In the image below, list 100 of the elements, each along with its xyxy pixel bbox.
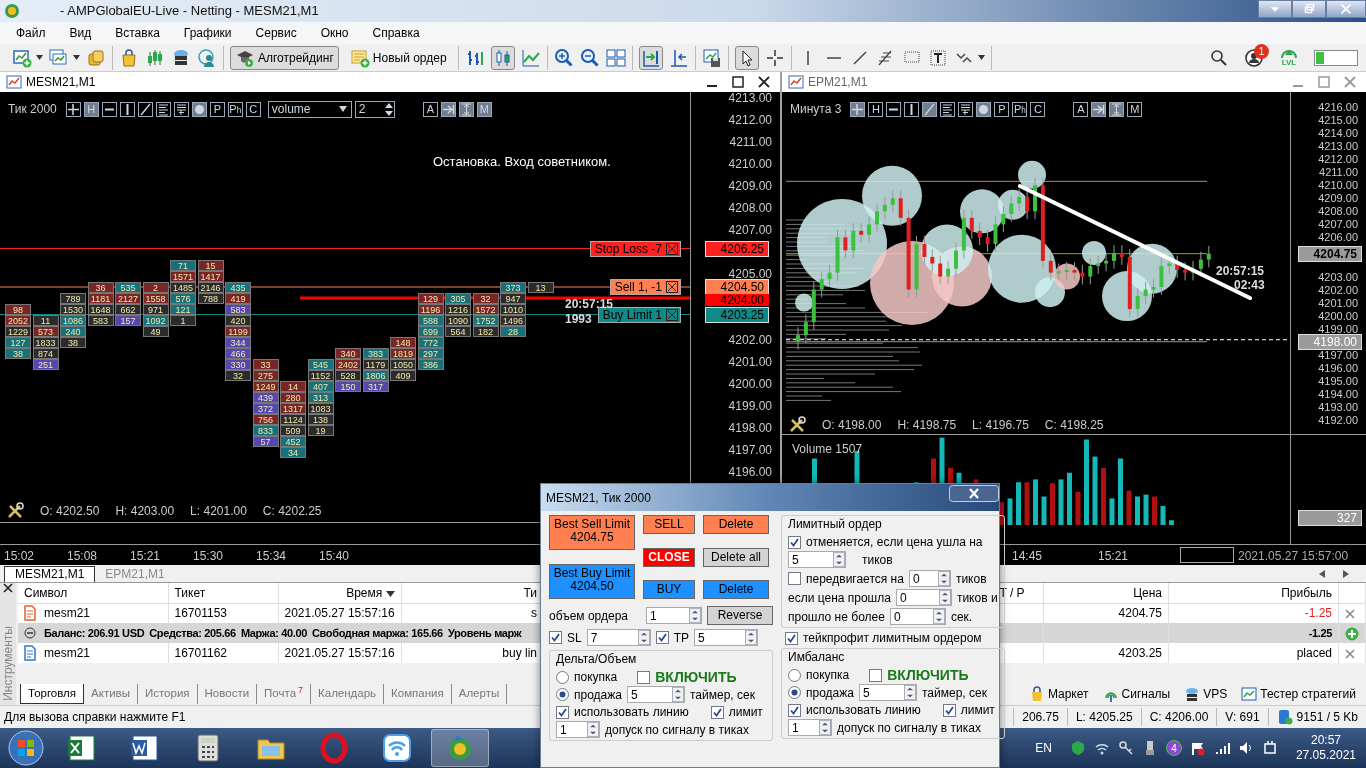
footprint-cell: 1124 (280, 413, 306, 425)
chart-tool-button[interactable]: H (868, 101, 884, 117)
menu-item[interactable]: Справка (360, 24, 432, 42)
chart-tool-button[interactable]: C (1030, 101, 1046, 117)
menu-item[interactable]: Сервис (243, 24, 309, 42)
number-field[interactable]: 1 (646, 607, 702, 624)
toolbar-button[interactable]: Алготрейдинг (230, 45, 339, 70)
footprint-cell: 1181 (87, 292, 114, 304)
menu-item[interactable]: Файл (4, 24, 58, 42)
footprint-cell: 789 (60, 292, 86, 304)
terminal-link[interactable]: Сигналы (1102, 685, 1171, 703)
terminal-tab[interactable]: История (137, 684, 198, 704)
number-field[interactable]: 0 (895, 589, 952, 606)
toolbar-button[interactable]: Новый ордер (344, 45, 452, 70)
period-field[interactable]: 2 (354, 100, 395, 118)
number-field[interactable]: 1 (788, 719, 832, 736)
terminal-tab[interactable]: Алерты (451, 684, 508, 704)
terminal-tab[interactable]: Активы (84, 684, 138, 704)
chart-tool-button[interactable]: M (1127, 101, 1143, 117)
tray-badge-icon[interactable]: 4 (1165, 740, 1182, 756)
indicator-select[interactable]: volume (267, 100, 352, 118)
order-button[interactable]: Best Sell Limit 4204.75 (549, 515, 635, 550)
number-field[interactable]: 0 (889, 608, 946, 625)
chart-tool-button[interactable]: A (422, 101, 438, 117)
number-field[interactable]: 5 (858, 684, 917, 701)
footprint-cell: 38 (5, 347, 31, 359)
footprint-cell: 297 (417, 347, 444, 359)
ohlc-value: O: 4198.00 (822, 417, 882, 434)
footprint-cell: 14 (280, 380, 306, 392)
footprint-cell: 383 (362, 347, 389, 359)
ohlc-value: H: 4203.00 (115, 503, 175, 520)
footprint-cell: 129 (417, 292, 444, 304)
table-cell: 16701162 (174, 646, 227, 660)
footprint-cell: 662 (115, 303, 141, 315)
language-indicator[interactable]: EN (1035, 739, 1052, 757)
column-header[interactable]: Время (346, 585, 383, 600)
table-cell: 2021.05.27 15:57:16 (284, 606, 395, 621)
number-field[interactable]: 5 (788, 551, 846, 568)
price-box: 4204.50 (705, 279, 769, 295)
number-field[interactable]: 0 (908, 570, 951, 587)
footprint-cell: 409 (390, 369, 416, 381)
footprint-cell: 1530 (60, 303, 86, 315)
menu-item[interactable]: Вид (57, 24, 104, 42)
chart-tool-button[interactable]: P$_{h}$ (227, 101, 243, 117)
terminal-link[interactable]: Маркет (1028, 685, 1089, 703)
ohlc-value: C: 4198.25 (1044, 417, 1104, 434)
checkbox-label: тейкпрофит лимитным ордером (803, 631, 982, 645)
number-field[interactable]: 5 (694, 629, 759, 646)
order-button[interactable]: SELL (643, 515, 695, 534)
footprint-cell: 57 (252, 435, 279, 447)
footprint-cell: 372 (252, 402, 279, 414)
column-header[interactable]: Цена (1133, 585, 1162, 600)
price-tick: 4193.00 (1318, 400, 1358, 413)
column-header[interactable]: Символ (24, 585, 68, 600)
chart-tool-button[interactable]: C (245, 101, 261, 117)
terminal-tab[interactable]: Новости (197, 684, 258, 704)
footprint-cell: 971 (142, 303, 169, 315)
footprint-cell: 1086 (60, 314, 86, 326)
column-header[interactable]: Тикет (174, 585, 206, 600)
chart-tab[interactable]: MESM21,M1 (4, 566, 96, 582)
price-box: 327 (1298, 510, 1362, 526)
price-tick: 4209.00 (728, 180, 772, 192)
column-header[interactable]: Прибыль (1281, 585, 1332, 600)
terminal-tab[interactable]: Почта $^{7}$ (257, 684, 312, 704)
terminal-tab[interactable]: Компания (384, 684, 452, 704)
menu-item[interactable]: Окно (308, 24, 361, 42)
terminal-link[interactable]: Тестер стратегий (1241, 685, 1356, 703)
clock-time[interactable]: 20:57 (1310, 733, 1341, 748)
footprint-cell: 2052 (5, 314, 31, 326)
menu-item[interactable]: Вставка (103, 24, 172, 42)
chart-tool-button[interactable]: P (994, 101, 1010, 117)
terminal-tab[interactable]: Торговля (20, 683, 85, 705)
order-button[interactable]: CLOSE (643, 547, 695, 567)
table-cell: -1.25 (1304, 606, 1332, 621)
terminal-link[interactable]: VPS (1184, 685, 1228, 703)
order-button[interactable]: Best Buy Limit 4204.50 (549, 564, 635, 599)
number-field[interactable]: 7 (586, 629, 651, 646)
order-button[interactable]: Delete all (703, 547, 769, 567)
clock-date[interactable]: 27.05.2021 (1295, 748, 1356, 763)
footprint-cell: 330 (225, 358, 251, 370)
number-field[interactable]: 5 (626, 686, 685, 703)
footprint-cell: 2402 (335, 358, 361, 370)
order-button[interactable]: Delete (703, 580, 769, 599)
chart-tool-button[interactable]: P (209, 101, 225, 117)
footprint-cell: 28 (500, 325, 526, 337)
group-title: Имбаланс (788, 649, 846, 666)
terminal-tab[interactable]: Календарь (311, 684, 385, 704)
menu-item[interactable]: Графики (171, 24, 244, 42)
order-button[interactable]: Delete (703, 515, 769, 534)
reverse-button[interactable]: Reverse (707, 606, 773, 625)
chart-tool-button[interactable]: A (1073, 101, 1089, 117)
order-button[interactable]: BUY (643, 580, 695, 599)
column-header[interactable]: Ти (523, 585, 537, 600)
time-cursor-label: 2021.05.27 15:57:00 (1238, 548, 1349, 565)
chart-tool-button[interactable]: P$_{h}$ (1012, 101, 1028, 117)
number-field[interactable]: 1 (556, 721, 600, 738)
field-label: допуск по сигналу в тиках (837, 720, 981, 735)
footprint-cell: 1090 (445, 314, 471, 326)
footprint-cell: 15 (197, 259, 224, 271)
order-label: Stop Loss -7 (589, 240, 681, 257)
